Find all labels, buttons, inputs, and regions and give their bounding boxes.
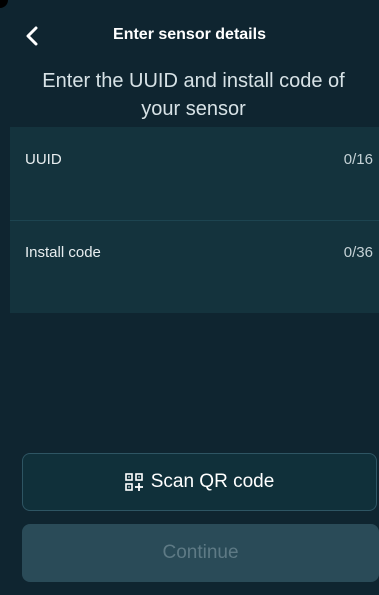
uuid-field[interactable]: UUID 0/16 bbox=[10, 127, 379, 221]
input-fields-group: UUID 0/16 Install code 0/36 bbox=[10, 127, 379, 313]
install-code-char-counter: 0/36 bbox=[343, 244, 373, 261]
install-code-input[interactable] bbox=[25, 268, 373, 298]
page-title: Enter sensor details bbox=[113, 26, 266, 43]
continue-label: Continue bbox=[162, 542, 239, 563]
qr-code-icon bbox=[124, 473, 143, 491]
scan-qr-code-label: Scan QR code bbox=[150, 471, 275, 492]
uuid-label: UUID bbox=[25, 151, 62, 168]
uuid-char-counter: 0/16 bbox=[343, 151, 373, 168]
continue-button[interactable]: Continue bbox=[22, 524, 379, 582]
sensor-details-screen: Enter sensor details Enter the UUID and … bbox=[0, 0, 379, 595]
install-code-label: Install code bbox=[25, 244, 101, 261]
uuid-input[interactable] bbox=[25, 175, 373, 205]
instructions-text: Enter the UUID and install code of your … bbox=[42, 70, 345, 120]
install-code-field[interactable]: Install code 0/36 bbox=[10, 220, 379, 313]
scan-qr-code-button[interactable]: Scan QR code bbox=[22, 453, 377, 511]
header: Enter sensor details bbox=[0, 0, 379, 62]
